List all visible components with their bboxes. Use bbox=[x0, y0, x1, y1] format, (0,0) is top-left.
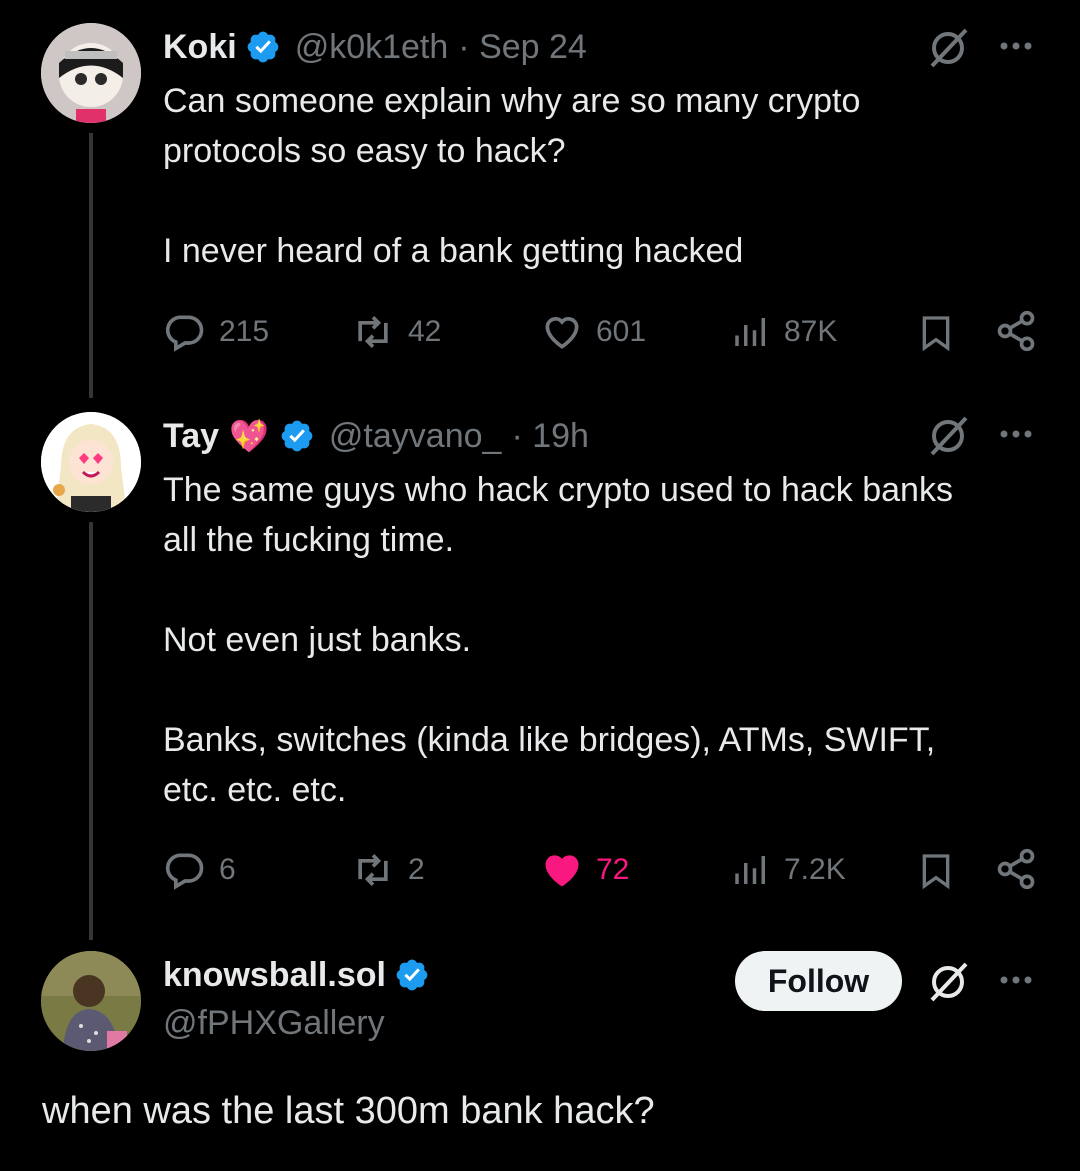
reply-button[interactable]: 215 bbox=[163, 310, 269, 354]
thread-connector bbox=[89, 133, 93, 398]
tweet-line: etc. etc. etc. bbox=[163, 771, 347, 809]
like-count: 601 bbox=[596, 315, 647, 348]
reply-count: 6 bbox=[219, 853, 236, 886]
thread-connector bbox=[89, 522, 93, 940]
timestamp[interactable]: · Sep 24 bbox=[458, 28, 587, 67]
repost-count: 42 bbox=[408, 315, 442, 348]
verified-badge-icon bbox=[281, 420, 313, 452]
follow-button[interactable]: Follow bbox=[735, 951, 902, 1011]
avatar[interactable] bbox=[41, 412, 141, 512]
author-handle[interactable]: @fPHXGallery bbox=[163, 1004, 385, 1043]
grok-icon[interactable] bbox=[926, 960, 970, 1004]
verified-badge-icon bbox=[247, 31, 279, 63]
share-icon[interactable] bbox=[994, 847, 1038, 891]
more-options-icon[interactable] bbox=[996, 26, 1036, 75]
views-icon bbox=[735, 856, 765, 884]
repost-button[interactable]: 2 bbox=[350, 848, 425, 892]
more-options-icon[interactable] bbox=[996, 414, 1036, 463]
bookmark-icon[interactable] bbox=[916, 849, 956, 893]
repost-count: 2 bbox=[408, 853, 425, 886]
reply-button[interactable]: 6 bbox=[163, 848, 236, 892]
grok-icon[interactable] bbox=[926, 26, 970, 70]
author-handle[interactable]: @k0k1eth bbox=[295, 28, 449, 67]
reply-icon bbox=[165, 315, 204, 352]
repost-icon bbox=[358, 854, 388, 886]
author-name[interactable]: Tay bbox=[163, 417, 219, 456]
views-button[interactable]: 87K bbox=[730, 310, 837, 354]
tweet-text: The same guys who hack crypto used to ha… bbox=[163, 465, 953, 815]
repost-button[interactable]: 42 bbox=[350, 310, 441, 354]
reply-icon bbox=[165, 853, 204, 890]
heart-filled-icon bbox=[545, 855, 579, 887]
sparkling-heart-emoji: 💖 bbox=[229, 418, 269, 454]
share-icon[interactable] bbox=[994, 309, 1038, 353]
avatar[interactable] bbox=[41, 23, 141, 123]
tweet-line: Banks, switches (kinda like bridges), AT… bbox=[163, 721, 936, 759]
tweet-text: when was the last 300m bank hack? bbox=[42, 1090, 655, 1132]
view-count: 87K bbox=[784, 315, 838, 348]
like-count: 72 bbox=[596, 853, 630, 886]
heart-icon bbox=[545, 317, 579, 349]
views-button[interactable]: 7.2K bbox=[730, 848, 846, 892]
tweet-line: all the fucking time. bbox=[163, 521, 455, 559]
like-button[interactable]: 72 bbox=[540, 848, 629, 892]
verified-badge-icon bbox=[396, 959, 428, 991]
more-options-icon[interactable] bbox=[996, 960, 1036, 1009]
tweet-line: The same guys who hack crypto used to ha… bbox=[163, 471, 953, 509]
bookmark-icon[interactable] bbox=[916, 311, 956, 355]
tweet-line: Can someone explain why are so many cryp… bbox=[163, 82, 861, 120]
author-name[interactable]: knowsball.sol bbox=[163, 956, 386, 995]
reply-count: 215 bbox=[219, 315, 270, 348]
author-handle[interactable]: @tayvano_ bbox=[329, 417, 502, 456]
grok-icon[interactable] bbox=[926, 414, 970, 458]
avatar[interactable] bbox=[41, 951, 141, 1051]
view-count: 7.2K bbox=[784, 853, 846, 886]
timestamp[interactable]: · 19h bbox=[511, 417, 589, 456]
views-icon bbox=[735, 318, 765, 346]
like-button[interactable]: 601 bbox=[540, 310, 646, 354]
author-name[interactable]: Koki bbox=[163, 28, 237, 67]
tweet-line: protocols so easy to hack? bbox=[163, 132, 566, 170]
tweet-line: Not even just banks. bbox=[163, 621, 472, 659]
tweet-text: Can someone explain why are so many cryp… bbox=[163, 76, 860, 276]
repost-icon bbox=[358, 316, 388, 348]
tweet-line: I never heard of a bank getting hacked bbox=[163, 232, 744, 270]
